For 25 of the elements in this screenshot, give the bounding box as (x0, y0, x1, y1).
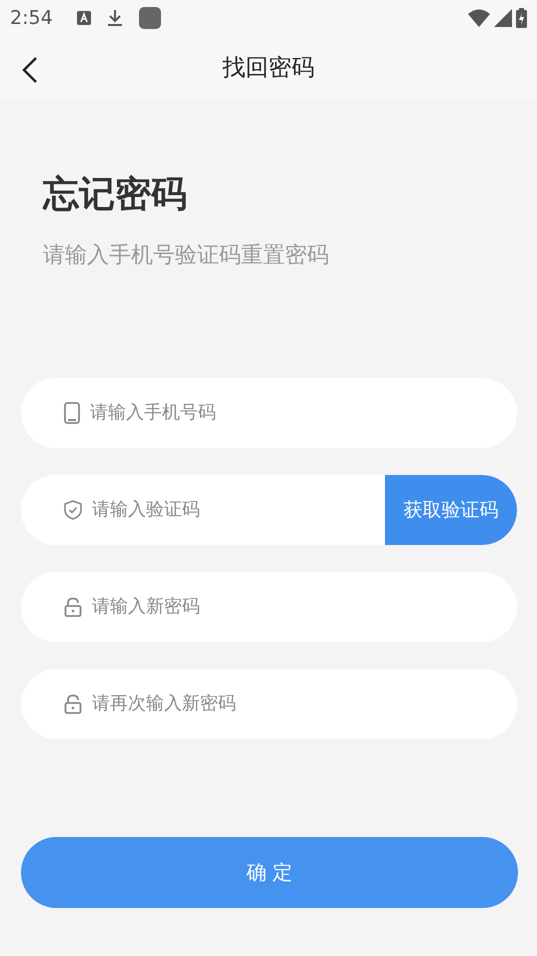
signal-icon (494, 9, 512, 27)
text-input[interactable]: 请输入手机号码 (90, 399, 517, 426)
input-field[interactable]: 请再次输入新密码 (21, 668, 517, 739)
phone-icon (64, 402, 80, 424)
get-code-button[interactable]: 获取验证码 (385, 474, 517, 545)
lock-icon (64, 596, 82, 617)
page-title: 找回密码 (222, 54, 314, 83)
text-input[interactable]: 请输入验证码 (92, 496, 385, 524)
status-time: 2:54 (10, 6, 53, 31)
wifi-icon (468, 9, 490, 27)
subtitle: 请输入手机号验证码重置密码 (43, 242, 330, 270)
keyboard-icon (76, 11, 91, 25)
back-icon[interactable] (20, 56, 40, 84)
input-field[interactable]: 请输入新密码 (21, 572, 517, 642)
confirm-button[interactable]: 确 定 (21, 836, 518, 908)
battery-icon (516, 8, 527, 28)
text-input[interactable]: 请输入新密码 (92, 593, 517, 620)
download-icon (106, 9, 123, 27)
app-icon (138, 7, 161, 29)
text-input[interactable]: 请再次输入新密码 (92, 690, 517, 718)
heading: 忘记密码 (43, 173, 188, 217)
lock-icon (64, 694, 82, 714)
input-field[interactable]: 请输入手机号码 (21, 378, 517, 448)
input-field[interactable]: 请输入验证码 获取验证码 (21, 474, 517, 545)
shield-icon (64, 500, 82, 520)
